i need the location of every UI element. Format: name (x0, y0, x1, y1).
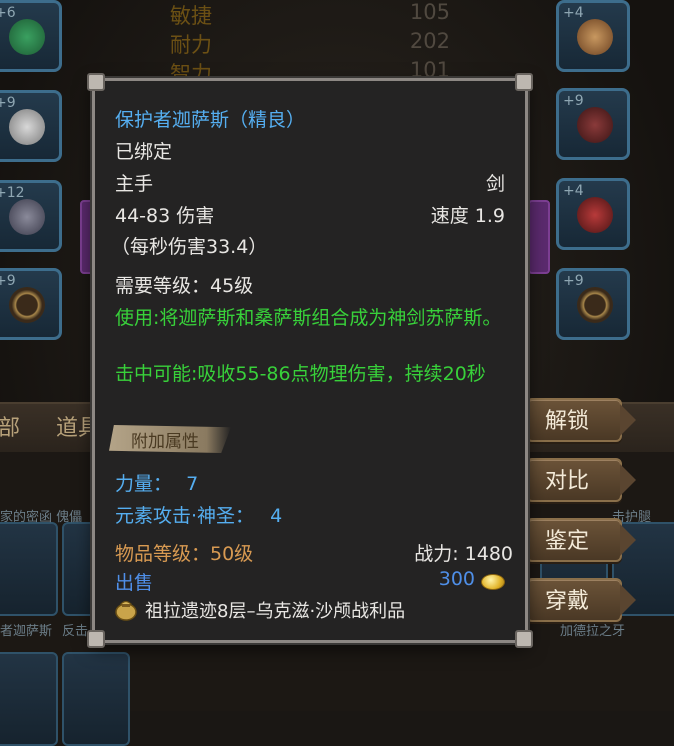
slot-type: 主手 (115, 173, 154, 195)
identify-button[interactable]: 鉴定 (526, 518, 636, 562)
shoulder-icon (9, 109, 45, 145)
attack-speed: 速度 1.9 (430, 205, 505, 227)
equipment-slot-ring-2[interactable]: +9 (556, 268, 630, 340)
ring-icon (9, 287, 45, 323)
stat-row: 敏捷 105 (170, 0, 450, 28)
inventory-item-label: 家的密函 傀儡 (0, 510, 83, 525)
equipment-slot-boots[interactable]: +4 (556, 178, 630, 250)
frame-corner (87, 73, 105, 91)
use-effect: 使用:将迦萨斯和桑萨斯组合成为神剑苏萨斯。 (115, 307, 502, 329)
helmet-icon (9, 19, 45, 55)
gloves-icon (9, 199, 45, 235)
character-stats-panel: 敏捷 105 耐力 202 智力 101 (170, 0, 450, 87)
equipment-slot-ring[interactable]: +9 (0, 268, 62, 340)
inventory-item-label: 反击 (62, 624, 89, 639)
character-portrait-edge (528, 200, 550, 274)
inventory-slot[interactable] (62, 652, 130, 746)
stat-row: 耐力 202 (170, 29, 450, 57)
equipment-slot-helmet[interactable]: +6 (0, 0, 62, 72)
frame-corner (515, 630, 533, 648)
equipment-slot-gloves[interactable]: +12 (0, 180, 62, 252)
bonus-attributes-banner: 附加属性 (109, 425, 231, 453)
equipment-slot-legs[interactable]: +9 (556, 88, 630, 160)
loot-bag-icon (115, 600, 137, 621)
compare-button[interactable]: 对比 (526, 458, 636, 502)
frame-corner (515, 73, 533, 91)
tab-equipment[interactable]: 部 (0, 410, 20, 442)
damage-range: 44-83 伤害 (115, 205, 215, 227)
proc-effect: 击中可能:吸收55-86点物理伤害，持续20秒 (115, 363, 486, 385)
combat-power: 战力: 1480 (414, 543, 513, 565)
bonus-stat-strength: 力量： 7 (115, 473, 199, 495)
frame-corner (87, 630, 105, 648)
equipment-slot-cloak[interactable]: +4 (556, 0, 630, 72)
inventory-item-label: 者迦萨斯 (0, 624, 53, 639)
bind-status: 已绑定 (115, 141, 173, 163)
ring-icon (577, 287, 613, 323)
item-tooltip: 保护者迦萨斯（精良） 已绑定 主手 剑 44-83 伤害 速度 1.9 （每秒伤… (87, 73, 533, 648)
sell-label: 出售 (115, 572, 154, 594)
gold-coin-icon (481, 574, 505, 590)
sell-price: 300 (438, 568, 475, 590)
inventory-slot[interactable] (0, 652, 58, 746)
cloak-icon (577, 19, 613, 55)
legs-icon (577, 107, 613, 143)
equip-button[interactable]: 穿戴 (526, 578, 636, 622)
required-level: 需要等级：45级 (115, 275, 254, 297)
item-name: 保护者迦萨斯（精良） (115, 109, 306, 131)
equipment-slot-shoulder[interactable]: +9 (0, 90, 62, 162)
inventory-slot[interactable] (0, 522, 58, 616)
dps-value: （每秒伤害33.4） (111, 236, 268, 258)
drop-source: 祖拉遗迹8层–乌克滋·沙颅战利品 (145, 601, 406, 622)
boots-icon (577, 197, 613, 233)
item-level: 物品等级：50级 (115, 543, 254, 565)
bonus-stat-holy: 元素攻击·神圣： 4 (115, 505, 283, 527)
weapon-type: 剑 (485, 173, 505, 195)
unlock-button[interactable]: 解锁 (526, 398, 636, 442)
